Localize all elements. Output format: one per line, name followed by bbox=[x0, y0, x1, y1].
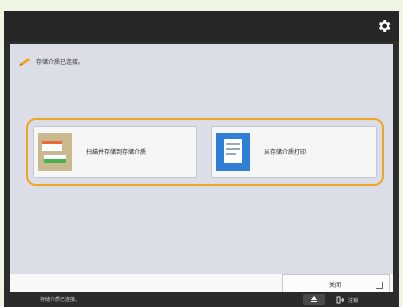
scan-to-media-icon bbox=[38, 133, 72, 171]
print-from-media-icon bbox=[216, 133, 250, 171]
print-from-media-label: 从存储介质打印 bbox=[264, 149, 307, 156]
close-button-label: 关闭 bbox=[329, 282, 342, 289]
message-area: 存储介质已连接。 bbox=[14, 54, 390, 72]
status-text: 存储介质已连接。 bbox=[40, 297, 81, 303]
logout-label: 注销 bbox=[348, 298, 359, 304]
scan-to-media-button[interactable]: 扫描并存储到存储介质 bbox=[33, 126, 197, 178]
eject-icon-bar bbox=[311, 301, 317, 302]
top-bar bbox=[4, 11, 399, 41]
logout-icon bbox=[336, 296, 344, 304]
eject-button[interactable] bbox=[303, 294, 325, 305]
gear-icon[interactable] bbox=[376, 18, 392, 34]
pencil-icon bbox=[19, 58, 30, 66]
eject-icon bbox=[311, 296, 317, 300]
close-button[interactable]: 关闭 bbox=[282, 274, 390, 294]
print-from-media-button[interactable]: 从存储介质打印 bbox=[211, 126, 377, 178]
scan-to-media-label: 扫描并存储到存储介质 bbox=[86, 149, 147, 156]
logout-button[interactable]: 注销 bbox=[330, 294, 380, 305]
corner-icon bbox=[376, 282, 383, 289]
message-text: 存储介质已连接。 bbox=[36, 59, 85, 66]
